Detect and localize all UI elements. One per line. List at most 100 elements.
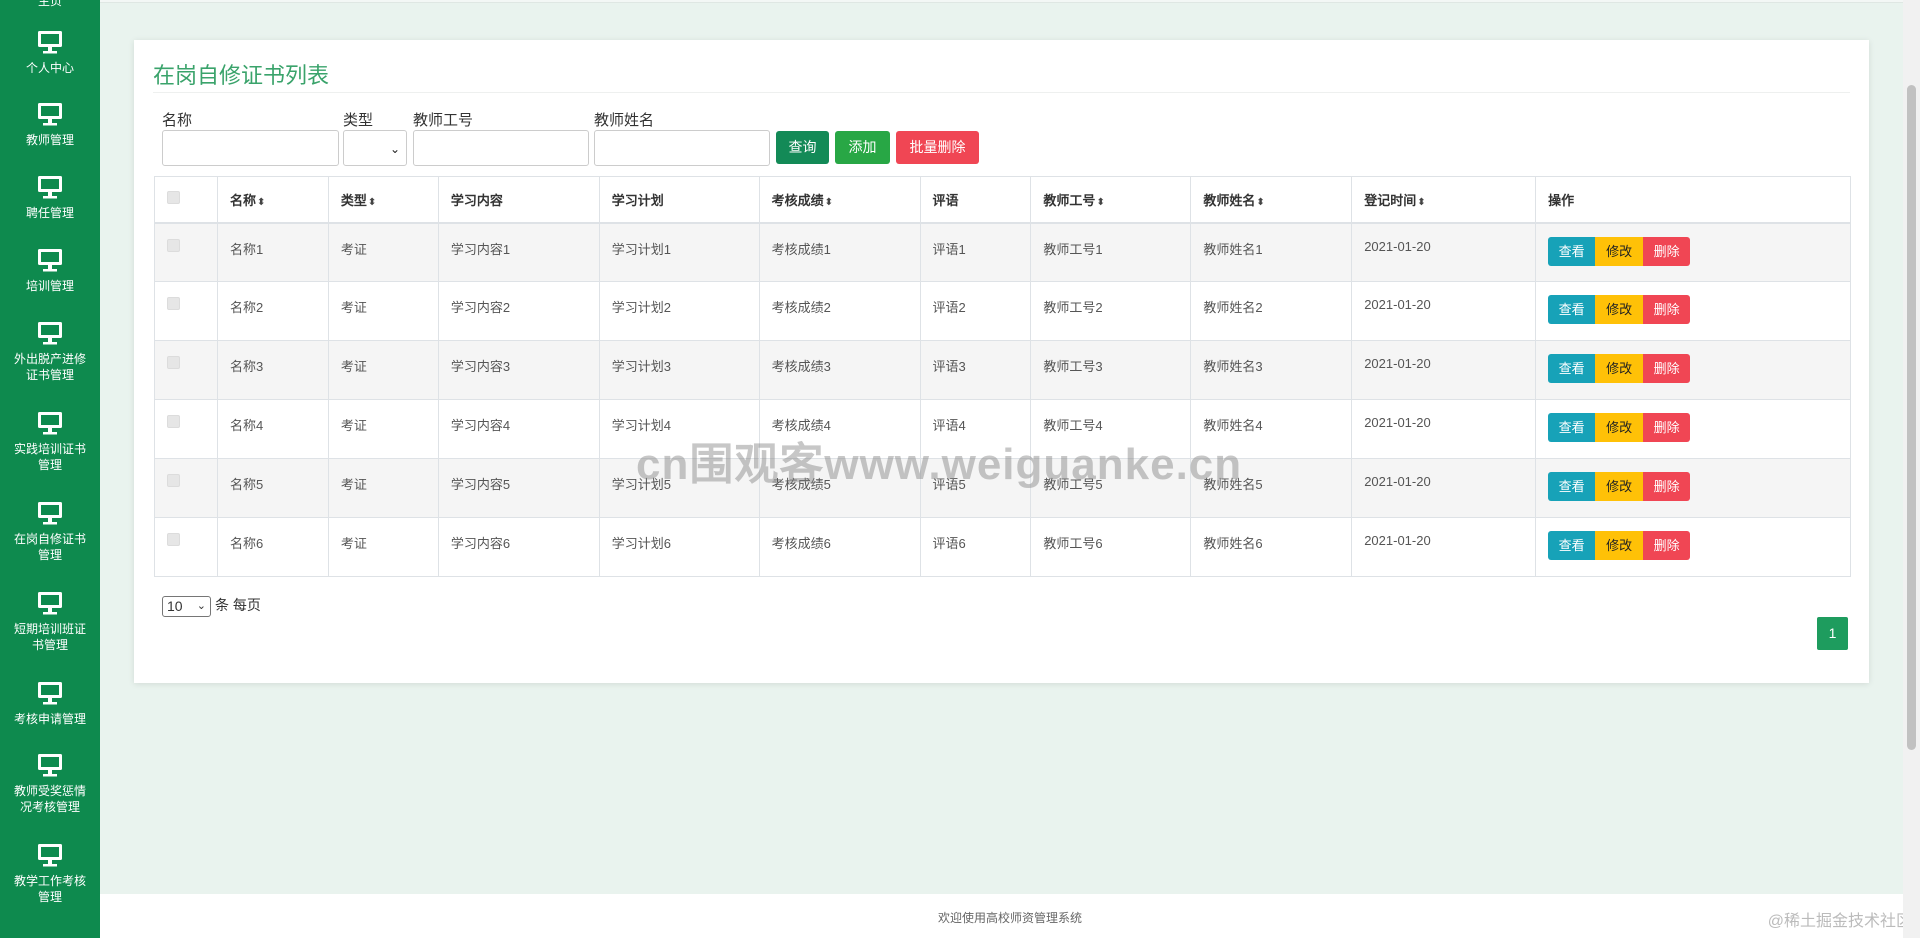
sidebar-item-label: 教学工作考核管理 <box>13 874 86 904</box>
sidebar-item-0[interactable]: 个人中心 <box>0 30 100 76</box>
header-name[interactable]: 名称⬍ <box>216 176 329 224</box>
view-button[interactable]: 查看 <box>1548 295 1596 324</box>
sidebar-item-label: 教师管理 <box>25 133 74 147</box>
scrollbar-thumb[interactable] <box>1907 85 1916 750</box>
list-card: 在岗自修证书列表 名称 类型 ⌄ 教师工号 教师姓名 查询 添加 批量删除 名称… <box>134 40 1869 683</box>
header-teacher-id[interactable]: 教师工号⬍ <box>1030 176 1192 224</box>
sidebar-item-3[interactable]: 培训管理 <box>0 248 100 294</box>
row-checkbox[interactable] <box>167 238 180 252</box>
sidebar-item-4[interactable]: 外出脱产进修证书管理 <box>0 321 100 383</box>
delete-button[interactable]: 删除 <box>1643 354 1691 383</box>
edit-button[interactable]: 修改 <box>1595 295 1644 324</box>
sidebar-item-6[interactable]: 在岗自修证书管理 <box>0 501 100 563</box>
select-all-header <box>154 176 218 224</box>
header-register-time[interactable]: 登记时间⬍ <box>1351 176 1537 224</box>
edit-button[interactable]: 修改 <box>1595 236 1644 266</box>
delete-button[interactable]: 删除 <box>1643 295 1691 324</box>
vertical-scrollbar[interactable] <box>1903 0 1920 938</box>
top-strip <box>100 0 1920 3</box>
delete-button[interactable]: 删除 <box>1643 236 1691 266</box>
cell-name: 名称6 <box>216 517 329 577</box>
cell-register-time: 2021-01-20 <box>1351 281 1537 341</box>
table-row: 名称4 考证 学习内容4 学习计划4 考核成绩4 评语4 教师工号4 教师姓名4 2021-01… <box>154 399 1851 459</box>
sidebar-item-10[interactable]: 教学工作考核管理 <box>0 843 100 905</box>
sidebar-item-label: 外出脱产进修证书管理 <box>13 352 86 382</box>
cell-teacher-id: 教师工号6 <box>1030 517 1192 577</box>
row-select-cell <box>154 222 218 282</box>
per-page-select[interactable]: 10 ⌄ <box>162 595 211 617</box>
monitor-icon <box>38 412 62 435</box>
row-checkbox[interactable] <box>167 356 180 369</box>
cell-teacher-name: 教师姓名4 <box>1190 399 1353 459</box>
row-select-cell <box>154 517 218 577</box>
sidebar-item-2[interactable]: 聘任管理 <box>0 175 100 221</box>
cell-name: 名称4 <box>216 399 329 459</box>
certificate-table: 名称⬍ 类型⬍ 学习内容 学习计划 考核成绩⬍ 评语 教师工号⬍ 教师姓名⬍ 登… <box>154 176 1851 577</box>
row-checkbox[interactable] <box>167 474 180 487</box>
sidebar-item-9[interactable]: 教师受奖惩情况考核管理 <box>0 753 100 815</box>
edit-button[interactable]: 修改 <box>1595 472 1644 501</box>
cell-name: 名称5 <box>216 458 329 518</box>
row-checkbox[interactable] <box>167 415 180 428</box>
cell-comment: 评语3 <box>919 340 1032 400</box>
monitor-icon <box>38 844 62 867</box>
monitor-icon <box>38 754 62 777</box>
sidebar-item-label: 培训管理 <box>25 279 74 293</box>
header-score[interactable]: 考核成绩⬍ <box>758 176 921 224</box>
add-button[interactable]: 添加 <box>835 131 890 164</box>
cell-study-plan: 学习计划2 <box>598 281 760 341</box>
sidebar-item-home-clipped[interactable]: 主页 <box>0 0 100 9</box>
edit-button[interactable]: 修改 <box>1595 531 1644 560</box>
view-button[interactable]: 查看 <box>1548 531 1596 560</box>
cell-teacher-id: 教师工号4 <box>1030 399 1192 459</box>
monitor-icon <box>38 682 62 705</box>
view-button[interactable]: 查看 <box>1548 472 1596 501</box>
cell-study-plan: 学习计划3 <box>598 340 760 400</box>
cell-study-plan: 学习计划4 <box>598 399 760 459</box>
view-button[interactable]: 查看 <box>1548 413 1596 442</box>
header-type[interactable]: 类型⬍ <box>327 176 439 224</box>
type-select[interactable]: ⌄ <box>343 130 407 166</box>
cell-score: 考核成绩5 <box>758 458 921 518</box>
sidebar-item-1[interactable]: 教师管理 <box>0 102 100 148</box>
sidebar-item-5[interactable]: 实践培训证书管理 <box>0 411 100 473</box>
select-all-checkbox[interactable] <box>167 191 180 205</box>
cell-study-content: 学习内容1 <box>437 222 600 282</box>
query-button[interactable]: 查询 <box>776 131 829 164</box>
delete-button[interactable]: 删除 <box>1643 531 1691 560</box>
row-actions: 查看 修改 删除 <box>1535 281 1851 341</box>
delete-button[interactable]: 删除 <box>1643 413 1691 442</box>
sort-icon: ⬍ <box>256 196 266 208</box>
cell-teacher-id: 教师工号1 <box>1030 222 1192 282</box>
cell-study-content: 学习内容6 <box>437 517 600 577</box>
corner-watermark: @稀土掘金技术社区 <box>1767 913 1912 930</box>
cell-comment: 评语4 <box>919 399 1032 459</box>
edit-button[interactable]: 修改 <box>1595 354 1644 383</box>
teacher-name-input[interactable] <box>594 130 770 166</box>
cell-type: 考证 <box>327 340 439 400</box>
bulk-delete-button[interactable]: 批量删除 <box>896 131 979 164</box>
row-checkbox[interactable] <box>167 533 180 546</box>
edit-button[interactable]: 修改 <box>1595 413 1644 442</box>
cell-type: 考证 <box>327 222 439 282</box>
cell-register-time: 2021-01-20 <box>1351 340 1537 400</box>
sidebar-item-7[interactable]: 短期培训班证书管理 <box>0 591 100 653</box>
row-checkbox[interactable] <box>167 297 180 310</box>
monitor-icon <box>38 249 62 272</box>
sort-icon: ⬍ <box>1417 196 1426 208</box>
cell-comment: 评语6 <box>919 517 1032 577</box>
row-select-cell <box>154 281 218 341</box>
name-input[interactable] <box>162 130 339 166</box>
row-actions: 查看 修改 删除 <box>1535 517 1851 577</box>
footer-text: 欢迎使用高校师资管理系统 <box>937 911 1082 925</box>
view-button[interactable]: 查看 <box>1548 236 1596 266</box>
page-1-button[interactable]: 1 <box>1817 617 1848 650</box>
teacher-id-input[interactable] <box>413 130 589 166</box>
header-teacher-name[interactable]: 教师姓名⬍ <box>1190 176 1353 224</box>
view-button[interactable]: 查看 <box>1548 354 1596 383</box>
table-row: 名称3 考证 学习内容3 学习计划3 考核成绩3 评语3 教师工号3 教师姓名3 2021-01… <box>154 340 1851 400</box>
monitor-icon <box>38 502 62 525</box>
delete-button[interactable]: 删除 <box>1643 472 1691 501</box>
sidebar-item-8[interactable]: 考核申请管理 <box>0 681 100 727</box>
cell-register-time: 2021-01-20 <box>1351 458 1537 518</box>
